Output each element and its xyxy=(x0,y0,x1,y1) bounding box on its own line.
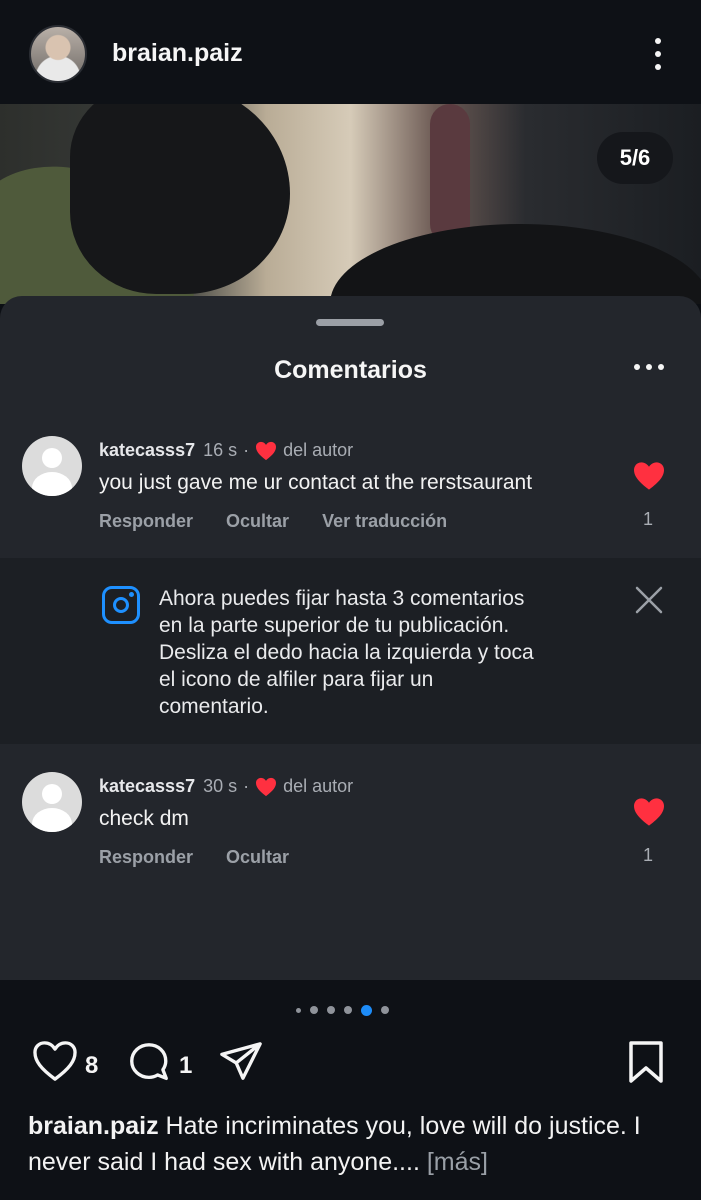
author-like-label: del autor xyxy=(283,440,354,460)
comment-username[interactable]: katecasss7 xyxy=(99,776,195,797)
post-footer: 8 1 braian.paiz Hate incriminates you, l… xyxy=(0,980,701,1200)
comment-avatar[interactable] xyxy=(22,436,82,496)
comment-time: 16 s xyxy=(203,440,238,460)
hide-button[interactable]: Ocultar xyxy=(226,511,289,531)
reply-button[interactable]: Responder xyxy=(99,511,193,531)
meta-separator: · xyxy=(243,440,250,460)
comment-count[interactable]: 1 xyxy=(179,1052,192,1080)
notice-line: comentario. xyxy=(159,695,269,718)
carousel-dot xyxy=(310,1006,318,1014)
sheet-title: Comentarios xyxy=(274,356,427,384)
author-like-label: del autor xyxy=(283,776,354,796)
drag-handle[interactable] xyxy=(316,319,384,326)
notice-text: Ahora puedes fijar hasta 3 comentarios e… xyxy=(159,585,619,720)
comment-time: 30 s xyxy=(203,776,238,796)
carousel-dot xyxy=(361,1004,372,1016)
carousel-indicator xyxy=(296,1004,398,1016)
comment-item: katecasss7 16 s · del autor you just gav… xyxy=(0,436,701,576)
reply-button[interactable]: Responder xyxy=(99,847,193,867)
hide-button[interactable]: Ocultar xyxy=(226,847,289,867)
carousel-dot xyxy=(344,1006,352,1014)
comment-text: you just gave me ur contact at the rerst… xyxy=(99,471,533,494)
author-heart-icon xyxy=(256,441,277,460)
caption-username[interactable]: braian.paiz xyxy=(28,1112,159,1140)
notice-line: el icono de alfiler para fijar un xyxy=(159,668,434,691)
notice-line: Ahora puedes fijar hasta 3 comentarios xyxy=(159,587,525,610)
profile-avatar[interactable] xyxy=(29,25,87,83)
carousel-counter: 5/6 xyxy=(597,132,673,184)
comment-username[interactable]: katecasss7 xyxy=(99,440,195,461)
comment-meta: katecasss7 30 s · del autor xyxy=(99,776,353,797)
author-heart-icon xyxy=(256,777,277,796)
post-username[interactable]: braian.paiz xyxy=(112,39,243,68)
comment-text: check dm xyxy=(99,807,189,830)
post-header: braian.paiz xyxy=(0,0,701,104)
comment-actions: Responder Ocultar Ver traducción xyxy=(99,511,475,532)
more-dots-icon[interactable] xyxy=(632,364,666,372)
instagram-icon xyxy=(102,586,140,624)
post-caption: braian.paiz Hate incriminates you, love … xyxy=(28,1108,688,1180)
heart-icon[interactable] xyxy=(632,461,666,491)
post-photo[interactable] xyxy=(0,104,701,304)
comment-like-count[interactable]: 1 xyxy=(630,845,666,866)
comment-actions: Responder Ocultar xyxy=(99,847,317,868)
comment-like-count[interactable]: 1 xyxy=(630,509,666,530)
heart-icon[interactable] xyxy=(632,797,666,827)
comment-item: katecasss7 30 s · del autor check dm Res… xyxy=(0,772,701,912)
kebab-icon[interactable] xyxy=(648,36,668,72)
more-link[interactable]: [más] xyxy=(420,1148,488,1176)
carousel-dot xyxy=(327,1006,335,1014)
notice-line: Desliza el dedo hacia la izquierda y toc… xyxy=(159,641,534,664)
meta-separator: · xyxy=(243,776,250,796)
comment-icon[interactable] xyxy=(126,1040,172,1086)
translate-button[interactable]: Ver traducción xyxy=(322,511,447,531)
like-count[interactable]: 8 xyxy=(85,1052,98,1080)
bookmark-icon[interactable] xyxy=(627,1040,665,1084)
carousel-dot xyxy=(296,1007,301,1013)
notice-line: en la parte superior de tu publicación. xyxy=(159,614,510,637)
like-icon[interactable] xyxy=(32,1040,78,1082)
share-icon[interactable] xyxy=(218,1040,264,1084)
carousel-dot xyxy=(381,1006,389,1014)
comments-sheet: Comentarios katecasss7 16 s · del autor … xyxy=(0,296,701,980)
close-icon[interactable] xyxy=(634,585,664,615)
comment-avatar[interactable] xyxy=(22,772,82,832)
comment-meta: katecasss7 16 s · del autor xyxy=(99,440,353,461)
